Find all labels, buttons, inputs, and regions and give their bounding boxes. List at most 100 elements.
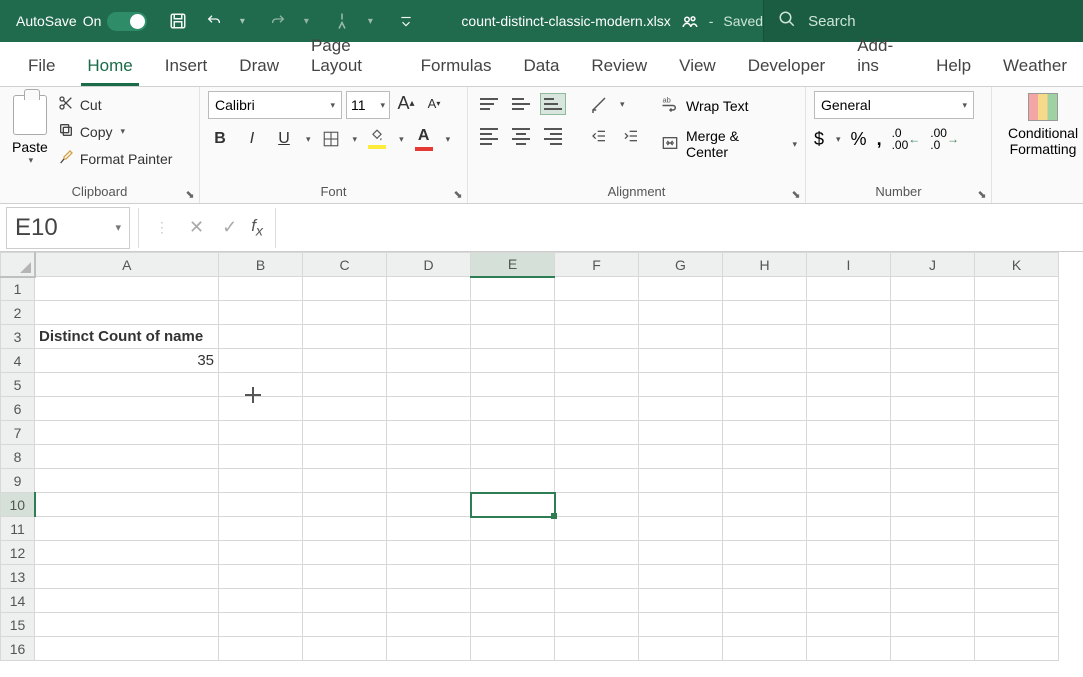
cell-j9[interactable] (891, 469, 975, 493)
cell-e13[interactable] (471, 565, 555, 589)
cell-i16[interactable] (807, 637, 891, 661)
tab-data[interactable]: Data (507, 46, 575, 86)
row-header-5[interactable]: 5 (1, 373, 35, 397)
cell-j11[interactable] (891, 517, 975, 541)
row-header-6[interactable]: 6 (1, 397, 35, 421)
cell-b12[interactable] (219, 541, 303, 565)
accounting-format-button[interactable]: $ (814, 129, 824, 150)
cell-f6[interactable] (555, 397, 639, 421)
borders-dropdown-icon[interactable]: ▾ (353, 134, 358, 145)
cell-g10[interactable] (639, 493, 723, 517)
cell-g11[interactable] (639, 517, 723, 541)
cell-j13[interactable] (891, 565, 975, 589)
cell-g7[interactable] (639, 421, 723, 445)
cell-b15[interactable] (219, 613, 303, 637)
underline-button[interactable]: U (272, 127, 296, 151)
font-size-select[interactable]: 11 ▾ (346, 91, 390, 119)
col-header-g[interactable]: G (639, 253, 723, 277)
cell-g6[interactable] (639, 397, 723, 421)
cell-d1[interactable] (387, 277, 471, 301)
row-header-15[interactable]: 15 (1, 613, 35, 637)
tab-insert[interactable]: Insert (149, 46, 224, 86)
cell-h12[interactable] (723, 541, 807, 565)
share-icon[interactable] (681, 12, 699, 30)
cell-j2[interactable] (891, 301, 975, 325)
alignment-launcher-icon[interactable]: ⬊ (789, 187, 803, 201)
cell-k16[interactable] (975, 637, 1059, 661)
cell-c3[interactable] (303, 325, 387, 349)
underline-dropdown-icon[interactable]: ▾ (306, 134, 311, 145)
cell-d15[interactable] (387, 613, 471, 637)
cell-h14[interactable] (723, 589, 807, 613)
cell-e15[interactable] (471, 613, 555, 637)
bold-button[interactable]: B (208, 127, 232, 151)
cell-h4[interactable] (723, 349, 807, 373)
align-center-button[interactable] (508, 125, 534, 147)
cell-a14[interactable] (35, 589, 219, 613)
undo-icon[interactable] (203, 10, 225, 32)
merge-center-button[interactable]: Merge & Center ▾ (660, 128, 797, 160)
cell-k5[interactable] (975, 373, 1059, 397)
align-bottom-button[interactable] (540, 93, 566, 115)
cell-d9[interactable] (387, 469, 471, 493)
cell-a8[interactable] (35, 445, 219, 469)
cell-i15[interactable] (807, 613, 891, 637)
cell-k10[interactable] (975, 493, 1059, 517)
cell-g1[interactable] (639, 277, 723, 301)
row-header-7[interactable]: 7 (1, 421, 35, 445)
cell-a16[interactable] (35, 637, 219, 661)
cell-h1[interactable] (723, 277, 807, 301)
cell-i12[interactable] (807, 541, 891, 565)
cell-k9[interactable] (975, 469, 1059, 493)
cell-a1[interactable] (35, 277, 219, 301)
row-header-12[interactable]: 12 (1, 541, 35, 565)
cell-a12[interactable] (35, 541, 219, 565)
cell-e9[interactable] (471, 469, 555, 493)
increase-decimal-button[interactable]: .0.00 ← (892, 127, 921, 151)
tab-draw[interactable]: Draw (223, 46, 295, 86)
conditional-formatting-button[interactable]: Conditional Formatting (1000, 91, 1083, 157)
cell-f11[interactable] (555, 517, 639, 541)
increase-font-icon[interactable]: A▴ (394, 91, 418, 115)
search-box[interactable]: Search (763, 0, 1083, 42)
cell-d5[interactable] (387, 373, 471, 397)
cell-k2[interactable] (975, 301, 1059, 325)
cell-c4[interactable] (303, 349, 387, 373)
cell-k8[interactable] (975, 445, 1059, 469)
cell-h3[interactable] (723, 325, 807, 349)
cell-f15[interactable] (555, 613, 639, 637)
cell-i8[interactable] (807, 445, 891, 469)
cell-f16[interactable] (555, 637, 639, 661)
cell-j5[interactable] (891, 373, 975, 397)
row-header-2[interactable]: 2 (1, 301, 35, 325)
cell-c13[interactable] (303, 565, 387, 589)
row-header-16[interactable]: 16 (1, 637, 35, 661)
cell-j6[interactable] (891, 397, 975, 421)
cell-a13[interactable] (35, 565, 219, 589)
col-header-e[interactable]: E (471, 253, 555, 277)
cell-c12[interactable] (303, 541, 387, 565)
cell-e6[interactable] (471, 397, 555, 421)
cell-c15[interactable] (303, 613, 387, 637)
cell-c10[interactable] (303, 493, 387, 517)
cell-h13[interactable] (723, 565, 807, 589)
cell-h15[interactable] (723, 613, 807, 637)
cell-i4[interactable] (807, 349, 891, 373)
cell-b14[interactable] (219, 589, 303, 613)
cell-d8[interactable] (387, 445, 471, 469)
fx-icon[interactable]: fx (251, 216, 263, 239)
cell-f9[interactable] (555, 469, 639, 493)
cell-c1[interactable] (303, 277, 387, 301)
cell-a11[interactable] (35, 517, 219, 541)
cell-g12[interactable] (639, 541, 723, 565)
cell-b13[interactable] (219, 565, 303, 589)
cell-j8[interactable] (891, 445, 975, 469)
autosave-toggle[interactable]: AutoSave On (0, 12, 157, 31)
cell-g2[interactable] (639, 301, 723, 325)
cell-g4[interactable] (639, 349, 723, 373)
cell-b4[interactable] (219, 349, 303, 373)
tab-review[interactable]: Review (575, 46, 663, 86)
number-launcher-icon[interactable]: ⬊ (975, 187, 989, 201)
cell-c16[interactable] (303, 637, 387, 661)
col-header-i[interactable]: I (807, 253, 891, 277)
